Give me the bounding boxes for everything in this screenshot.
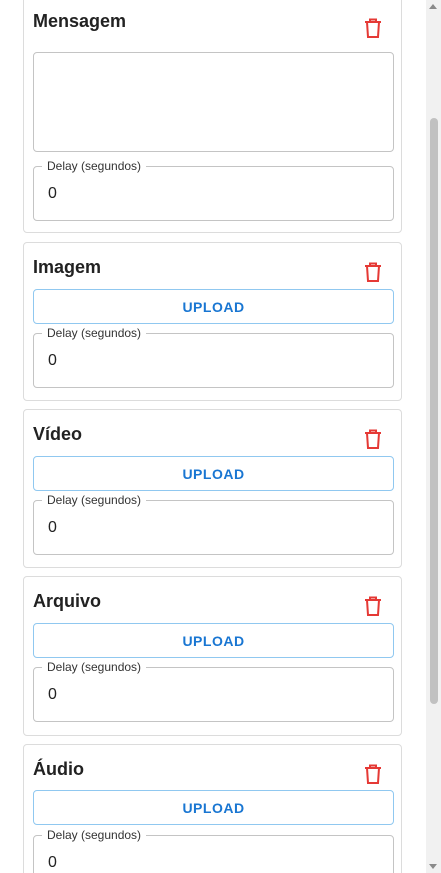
delay-value[interactable]: 0 (48, 685, 57, 705)
delay-field[interactable]: Delay (segundos) 0 (33, 659, 394, 722)
delay-value[interactable]: 0 (48, 184, 57, 204)
delay-value[interactable]: 0 (48, 853, 57, 873)
delay-field[interactable]: Delay (segundos) 0 (33, 325, 394, 388)
upload-button[interactable]: UPLOAD (33, 790, 394, 825)
delay-label: Delay (segundos) (42, 158, 147, 174)
card-title: Imagem (33, 257, 102, 277)
trash-icon[interactable] (363, 17, 383, 39)
message-textarea[interactable] (33, 52, 394, 152)
scrollbar-thumb[interactable] (430, 118, 438, 704)
upload-button[interactable]: UPLOAD (33, 456, 394, 491)
audio-card: Áudio UPLOAD Delay (segundos) 0 (23, 744, 402, 873)
upload-button[interactable]: UPLOAD (33, 289, 394, 324)
delay-value[interactable]: 0 (48, 351, 57, 371)
trash-icon[interactable] (363, 261, 383, 283)
delay-field[interactable]: Delay (segundos) 0 (33, 158, 394, 221)
delay-label: Delay (segundos) (42, 659, 147, 675)
delay-label: Delay (segundos) (42, 492, 147, 508)
card-title: Arquivo (33, 591, 102, 611)
delay-label: Delay (segundos) (42, 325, 147, 341)
vertical-scrollbar[interactable] (426, 0, 441, 873)
upload-button[interactable]: UPLOAD (33, 623, 394, 658)
message-card: Mensagem Delay (segundos) 0 (23, 0, 402, 233)
card-title: Áudio (33, 759, 84, 779)
flow-editor-list: Mensagem Delay (segundos) 0 Imagem UPLOA… (0, 0, 425, 873)
trash-icon[interactable] (363, 763, 383, 785)
card-title: Mensagem (33, 11, 127, 31)
trash-icon[interactable] (363, 428, 383, 450)
image-card: Imagem UPLOAD Delay (segundos) 0 (23, 242, 402, 401)
delay-value[interactable]: 0 (48, 518, 57, 538)
scroll-down-arrow-icon[interactable] (429, 864, 437, 869)
card-title: Vídeo (33, 424, 83, 444)
delay-label: Delay (segundos) (42, 827, 147, 843)
file-card: Arquivo UPLOAD Delay (segundos) 0 (23, 576, 402, 736)
delay-field[interactable]: Delay (segundos) 0 (33, 492, 394, 555)
video-card: Vídeo UPLOAD Delay (segundos) 0 (23, 409, 402, 568)
scroll-up-arrow-icon[interactable] (429, 4, 437, 9)
trash-icon[interactable] (363, 595, 383, 617)
delay-field[interactable]: Delay (segundos) 0 (33, 827, 394, 873)
